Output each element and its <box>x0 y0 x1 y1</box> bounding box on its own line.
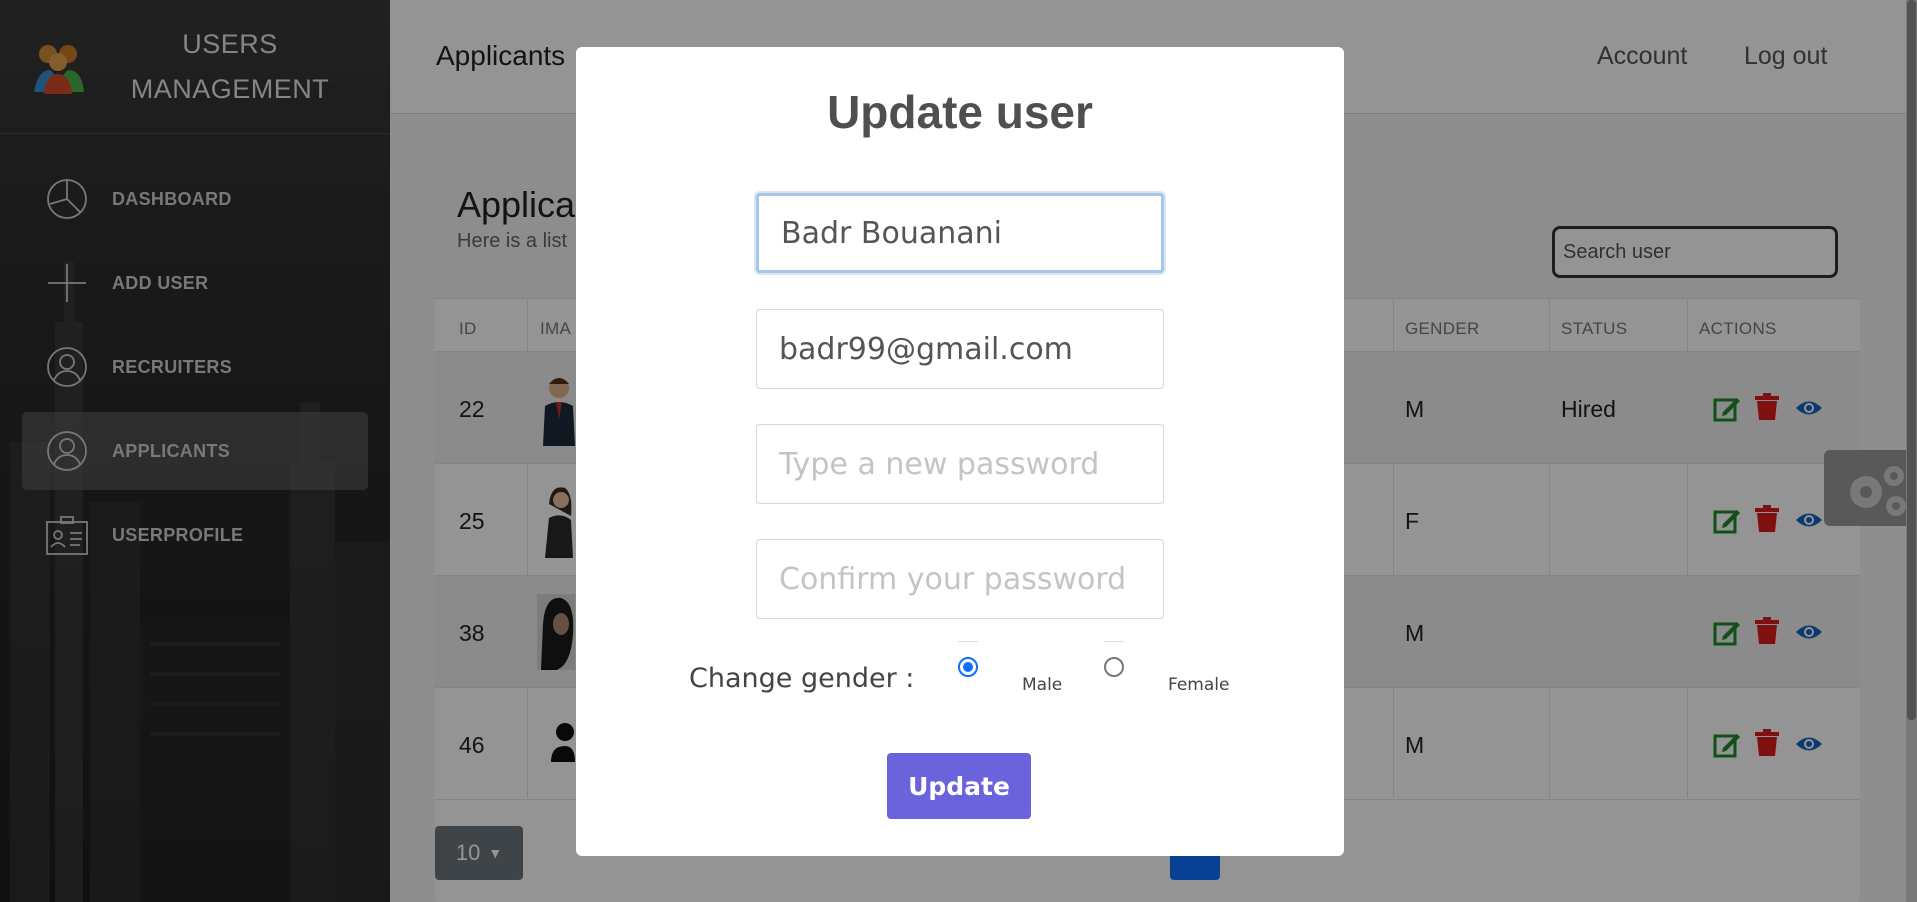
radio-divider <box>1104 641 1124 642</box>
radio-divider <box>958 641 978 642</box>
email-field[interactable] <box>756 309 1164 389</box>
name-field[interactable] <box>756 193 1164 273</box>
gender-label: Change gender : <box>689 663 915 694</box>
update-button[interactable]: Update <box>887 753 1031 819</box>
gender-male-label: Male <box>1022 675 1063 695</box>
confirm-password-field[interactable] <box>756 539 1164 619</box>
new-password-field[interactable] <box>756 424 1164 504</box>
gender-female-radio[interactable] <box>1104 657 1124 677</box>
gender-female-label: Female <box>1168 675 1230 695</box>
gender-male-radio[interactable] <box>958 657 978 677</box>
update-user-modal: Update user Change gender : Male Female … <box>576 47 1344 856</box>
modal-title: Update user <box>827 86 1093 138</box>
